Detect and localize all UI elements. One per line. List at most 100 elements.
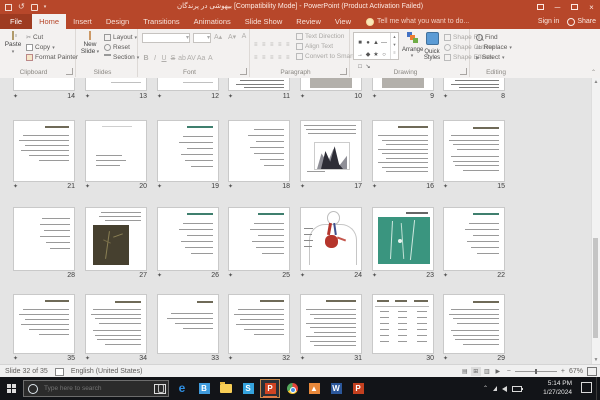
format-painter-button[interactable]: Format Painter <box>26 54 78 61</box>
font-size-combobox[interactable]: ▾ <box>193 33 211 43</box>
save-icon[interactable] <box>5 4 12 11</box>
close-icon[interactable]: × <box>583 0 600 14</box>
font-toggle-b-icon[interactable]: B <box>142 55 150 62</box>
zoom-out-icon[interactable]: − <box>507 368 511 375</box>
align-left-icon[interactable]: ≡ <box>254 55 261 62</box>
increase-font-size-icon[interactable]: A▴ <box>214 33 222 41</box>
undo-icon[interactable]: ↺ <box>18 3 25 11</box>
slide-thumbnail-22[interactable] <box>443 207 505 271</box>
text-direction-button[interactable]: Text Direction <box>296 33 344 40</box>
language-indicator[interactable]: English (United States) <box>71 368 143 375</box>
powerpoint-icon[interactable]: P <box>348 379 368 398</box>
tell-me-box[interactable]: Tell me what you want to do... <box>366 14 469 29</box>
zoom-percentage[interactable]: 67% <box>569 368 583 375</box>
slide-thumbnail-15[interactable] <box>443 120 505 182</box>
slide-thumbnail-23[interactable] <box>372 207 434 271</box>
slide-thumbnail-31[interactable] <box>300 294 362 354</box>
ribbon-display-options-icon[interactable] <box>532 0 549 14</box>
section-button[interactable]: Section▾ <box>104 54 139 61</box>
media-player-icon[interactable]: ▲ <box>304 379 324 398</box>
reset-button[interactable]: Reset <box>104 44 130 51</box>
font-name-combobox[interactable]: ▾ <box>142 33 190 43</box>
decrease-font-size-icon[interactable]: A▾ <box>228 33 236 41</box>
task-view-icon[interactable] <box>150 379 170 398</box>
shape-glyph-icon[interactable]: ◆ <box>364 51 372 59</box>
taskbar-clock[interactable]: 5:14 PM 1/27/2024 <box>543 379 572 397</box>
font-dialog-launcher-icon[interactable] <box>240 68 247 75</box>
find-button[interactable]: Find <box>476 34 498 41</box>
slide-thumbnail-25[interactable] <box>228 207 290 271</box>
slide-thumbnail-19[interactable] <box>157 120 219 182</box>
clear-formatting-icon[interactable]: A <box>240 33 248 40</box>
font-toggle-s-icon[interactable]: S <box>169 55 177 62</box>
tab-file[interactable]: File <box>0 14 32 29</box>
slide-thumbnail-21[interactable] <box>13 120 75 182</box>
tab-review[interactable]: Review <box>289 14 328 29</box>
start-slideshow-icon[interactable] <box>31 4 38 11</box>
sign-in-link[interactable]: Sign in <box>538 18 559 25</box>
justify-icon[interactable]: ≡ <box>278 55 285 62</box>
fit-slide-to-window-icon[interactable] <box>587 367 597 376</box>
tab-design[interactable]: Design <box>99 14 136 29</box>
slide-thumbnail-34[interactable] <box>85 294 147 354</box>
scroll-down-icon[interactable]: ▼ <box>592 357 600 363</box>
word-icon[interactable]: W <box>326 379 346 398</box>
copy-button[interactable]: Copy▾ <box>26 44 55 51</box>
slide-thumbnail-24[interactable] <box>300 207 362 271</box>
align-text-button[interactable]: Align Text <box>296 43 333 50</box>
slide-thumbnail-14[interactable] <box>13 78 75 91</box>
slideshow-view-icon[interactable]: ▶ <box>493 367 503 376</box>
slide-thumbnail-11[interactable] <box>228 78 290 91</box>
paste-button[interactable]: Paste ▾ <box>3 32 23 55</box>
select-button[interactable]: ▶ Select▾ <box>476 54 504 61</box>
search-input[interactable] <box>42 384 154 393</box>
skype-icon[interactable]: S <box>238 379 258 398</box>
scroll-up-icon[interactable]: ▲ <box>592 79 600 85</box>
shape-glyph-icon[interactable]: ■ <box>356 39 364 47</box>
edge-icon[interactable]: e <box>172 379 192 398</box>
share-button[interactable]: Share <box>567 18 596 26</box>
zoom-in-icon[interactable]: + <box>561 368 565 375</box>
replace-button[interactable]: ab Replace▾ <box>476 44 512 51</box>
align-center-icon[interactable]: ≡ <box>262 55 269 62</box>
customize-qat-icon[interactable]: ▾ <box>44 3 47 11</box>
zoom-slider-thumb[interactable] <box>535 369 537 374</box>
slide-thumbnail-8[interactable] <box>443 78 505 91</box>
font-toggle-aa-icon[interactable]: Aa <box>197 55 206 62</box>
slide-thumbnail-35[interactable] <box>13 294 75 354</box>
slide-thumbnail-30[interactable] <box>372 294 434 354</box>
arrange-button[interactable]: Arrange ▾ <box>402 32 422 59</box>
font-toggle-av-icon[interactable]: AV <box>187 55 196 62</box>
tab-transitions[interactable]: Transitions <box>136 14 186 29</box>
taskbar-search[interactable] <box>23 380 169 397</box>
drawing-dialog-launcher-icon[interactable] <box>460 68 467 75</box>
shapes-gallery[interactable]: ■●▲—→◆★○□↘ ▲▼≡ <box>353 32 399 60</box>
columns-icon[interactable]: ≡ <box>286 55 293 62</box>
layout-button[interactable]: Layout▾ <box>104 34 137 41</box>
paragraph-dialog-launcher-icon[interactable] <box>340 68 347 75</box>
file-explorer-icon[interactable] <box>216 379 236 398</box>
slide-thumbnail-9[interactable] <box>372 78 434 91</box>
tab-home[interactable]: Home <box>32 14 66 29</box>
tab-insert[interactable]: Insert <box>66 14 99 29</box>
clipboard-dialog-launcher-icon[interactable] <box>66 68 73 75</box>
new-slide-button[interactable]: New Slide ▾ <box>79 32 101 55</box>
show-desktop-button[interactable] <box>596 377 600 400</box>
slide-sorter-view-icon[interactable]: ⊞ <box>471 367 481 376</box>
caret-up-icon[interactable]: ⌃ <box>483 385 488 392</box>
font-toggle-u-icon[interactable]: U <box>160 55 168 62</box>
slide-thumbnail-27[interactable] <box>85 207 147 271</box>
slide-thumbnail-10[interactable] <box>300 78 362 91</box>
shape-glyph-icon[interactable]: ○ <box>380 51 388 59</box>
volume-icon[interactable] <box>502 386 507 392</box>
spellcheck-icon[interactable] <box>55 368 64 376</box>
slide-thumbnail-32[interactable] <box>228 294 290 354</box>
normal-view-icon[interactable]: ▤ <box>460 367 470 376</box>
tab-animations[interactable]: Animations <box>187 14 238 29</box>
shape-glyph-icon[interactable]: ★ <box>372 51 380 59</box>
bluetooth-icon[interactable]: B <box>194 379 214 398</box>
slide-thumbnail-18[interactable] <box>228 120 290 182</box>
shapes-gallery-scroll[interactable]: ▲▼≡ <box>390 33 398 59</box>
shape-glyph-icon[interactable]: ▲ <box>372 39 380 47</box>
zoom-slider[interactable] <box>515 371 557 372</box>
